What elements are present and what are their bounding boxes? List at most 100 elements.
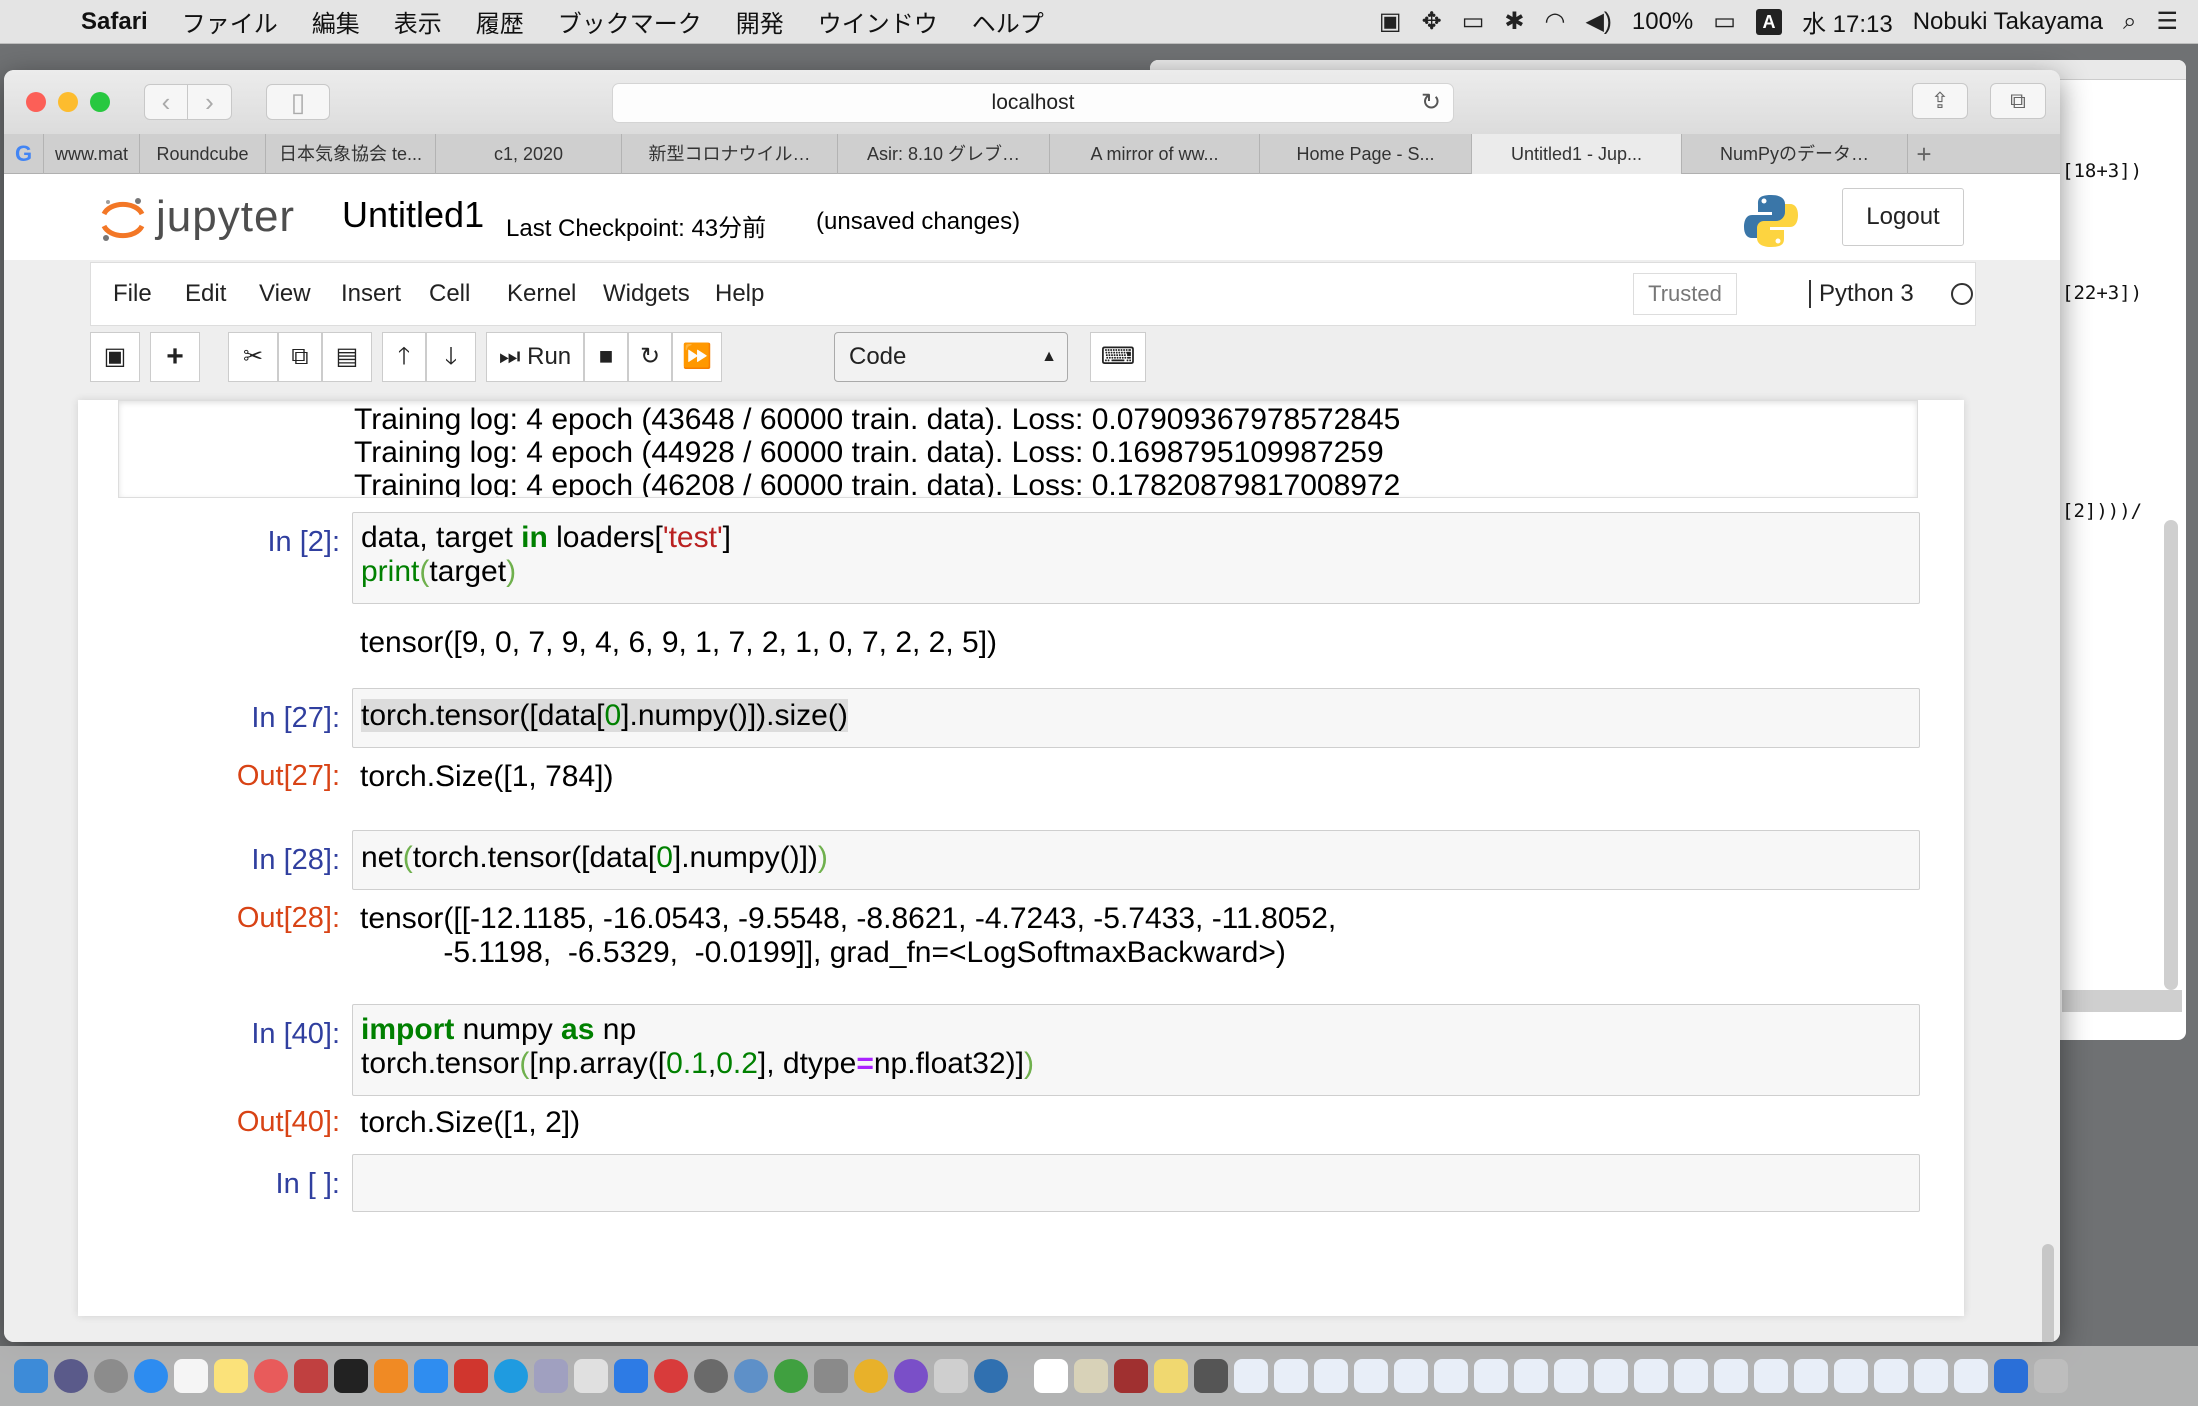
code-cell-input[interactable]: torch.tensor([data[0].numpy()]).size() <box>352 688 1920 748</box>
bluetooth-icon[interactable]: ✱ <box>1504 7 1524 36</box>
wifi-icon[interactable]: ◠ <box>1544 7 1565 36</box>
document-icon[interactable] <box>1634 1359 1668 1393</box>
siri-icon[interactable] <box>54 1359 88 1393</box>
nb-menu-insert[interactable]: Insert <box>341 280 401 308</box>
camera-icon[interactable]: ▣ <box>1379 7 1402 36</box>
forward-button[interactable]: › <box>188 84 232 120</box>
document-icon[interactable] <box>1754 1359 1788 1393</box>
preview-icon[interactable] <box>974 1359 1008 1393</box>
input-method-icon[interactable]: A <box>1755 8 1782 35</box>
reload-icon[interactable]: ↻ <box>1421 84 1441 122</box>
tab-google-icon[interactable]: G <box>4 134 44 174</box>
share-button[interactable]: ⇪ <box>1912 83 1968 119</box>
cut-cell-button[interactable]: ✂ <box>228 332 278 382</box>
background-horizontal-scrollbar[interactable] <box>2062 990 2182 1012</box>
document-icon[interactable] <box>1194 1359 1228 1393</box>
document-icon[interactable] <box>1114 1359 1148 1393</box>
document-icon[interactable] <box>1514 1359 1548 1393</box>
document-icon[interactable] <box>1914 1359 1948 1393</box>
pencil-app-icon[interactable] <box>574 1359 608 1393</box>
cell-type-select[interactable]: Code ▲ <box>834 332 1068 382</box>
tab-mirror[interactable]: A mirror of ww... <box>1050 134 1260 174</box>
tab-jwa[interactable]: 日本気象協会 te... <box>266 134 436 174</box>
kernel-name[interactable]: Python 3 <box>1809 280 1914 308</box>
calendar-icon[interactable] <box>174 1359 208 1393</box>
tab-numpy[interactable]: NumPyのデータ… <box>1682 134 1908 174</box>
document-icon[interactable] <box>1154 1359 1188 1393</box>
tab-overview-button[interactable]: ⧉ <box>1990 83 2046 119</box>
document-icon[interactable] <box>1394 1359 1428 1393</box>
zoom-window-button[interactable] <box>90 92 110 112</box>
document-icon[interactable] <box>1474 1359 1508 1393</box>
skype-icon[interactable] <box>494 1359 528 1393</box>
notebook-name[interactable]: Untitled1 <box>342 194 484 236</box>
screen-icon[interactable] <box>1994 1359 2028 1393</box>
run-button[interactable]: ⏭ Run <box>486 332 584 382</box>
photos-icon[interactable] <box>254 1359 288 1393</box>
code-cell-input[interactable]: net(torch.tensor([data[0].numpy()])) <box>352 830 1920 890</box>
document-icon[interactable] <box>1434 1359 1468 1393</box>
tab-c1-2020[interactable]: c1, 2020 <box>436 134 622 174</box>
empty-code-cell-input[interactable] <box>352 1154 1920 1212</box>
chrome-icon[interactable] <box>854 1359 888 1393</box>
jupyter-logo-icon[interactable] <box>100 196 146 242</box>
nb-menu-edit[interactable]: Edit <box>185 280 226 308</box>
menu-help[interactable]: ヘルプ <box>955 4 1061 39</box>
document-icon[interactable] <box>1954 1359 1988 1393</box>
launchpad-icon[interactable] <box>94 1359 128 1393</box>
nb-menu-widgets[interactable]: Widgets <box>603 280 690 308</box>
f5-icon[interactable] <box>654 1359 688 1393</box>
copy-cell-button[interactable]: ⧉ <box>278 332 322 382</box>
interrupt-kernel-button[interactable]: ■ <box>584 332 628 382</box>
trusted-indicator[interactable]: Trusted <box>1633 273 1737 315</box>
menu-bookmarks[interactable]: ブックマーク <box>541 4 719 39</box>
document-icon[interactable] <box>1674 1359 1708 1393</box>
nb-menu-view[interactable]: View <box>259 280 311 308</box>
menubar-user[interactable]: Nobuki Takayama <box>1913 8 2103 36</box>
photo-app-icon[interactable] <box>454 1359 488 1393</box>
nb-menu-help[interactable]: Help <box>715 280 764 308</box>
app-store-icon[interactable] <box>414 1359 448 1393</box>
menubar-clock[interactable]: 水 17:13 <box>1802 4 1893 39</box>
tab-www-mat[interactable]: www.mat <box>44 134 140 174</box>
trash-icon[interactable] <box>2034 1359 2068 1393</box>
tab-roundcube[interactable]: Roundcube <box>140 134 266 174</box>
page-scrollbar[interactable] <box>2042 1244 2054 1342</box>
document-icon[interactable] <box>1234 1359 1268 1393</box>
menu-develop[interactable]: 開発 <box>719 4 801 39</box>
menu-view[interactable]: 表示 <box>377 4 459 39</box>
new-tab-button[interactable]: + <box>1908 134 1940 174</box>
menu-history[interactable]: 履歴 <box>459 4 541 39</box>
notes-icon[interactable] <box>214 1359 248 1393</box>
document-icon[interactable] <box>1354 1359 1388 1393</box>
code-cell-input[interactable]: import numpy as np torch.tensor([np.arra… <box>352 1004 1920 1096</box>
document-icon[interactable] <box>1274 1359 1308 1393</box>
volume-icon[interactable]: ◀) <box>1585 7 1611 36</box>
sidebar-toggle-button[interactable]: ▯ <box>266 84 330 120</box>
insert-cell-button[interactable]: + <box>150 332 200 382</box>
emacs-icon[interactable] <box>894 1359 928 1393</box>
menu-edit[interactable]: 編集 <box>295 4 377 39</box>
background-vertical-scrollbar[interactable] <box>2164 520 2178 990</box>
menu-window[interactable]: ウインドウ <box>801 4 955 39</box>
system-icon[interactable] <box>534 1359 568 1393</box>
tab-home-page[interactable]: Home Page - S... <box>1260 134 1472 174</box>
nb-menu-file[interactable]: File <box>113 280 152 308</box>
paste-cell-button[interactable]: ▤ <box>322 332 372 382</box>
logout-button[interactable]: Logout <box>1842 188 1964 246</box>
document-icon[interactable] <box>1794 1359 1828 1393</box>
nb-menu-kernel[interactable]: Kernel <box>507 280 576 308</box>
nb-menu-cell[interactable]: Cell <box>429 280 470 308</box>
code-cell-input[interactable]: data, target in loaders['test'] print(ta… <box>352 512 1920 604</box>
restart-run-all-button[interactable]: ⏩ <box>672 332 722 382</box>
save-button[interactable]: ▣ <box>90 332 140 382</box>
tab-untitled1-jupyter[interactable]: Untitled1 - Jup... <box>1472 134 1682 174</box>
restart-kernel-button[interactable]: ↻ <box>628 332 672 382</box>
document-icon[interactable] <box>1834 1359 1868 1393</box>
safari-icon[interactable] <box>134 1359 168 1393</box>
dropbox-icon[interactable]: ✥ <box>1422 7 1442 36</box>
spinner-icon[interactable] <box>774 1359 808 1393</box>
terminal-icon[interactable] <box>334 1359 368 1393</box>
minimize-window-button[interactable] <box>58 92 78 112</box>
move-down-button[interactable]: 🡓 <box>426 332 476 382</box>
